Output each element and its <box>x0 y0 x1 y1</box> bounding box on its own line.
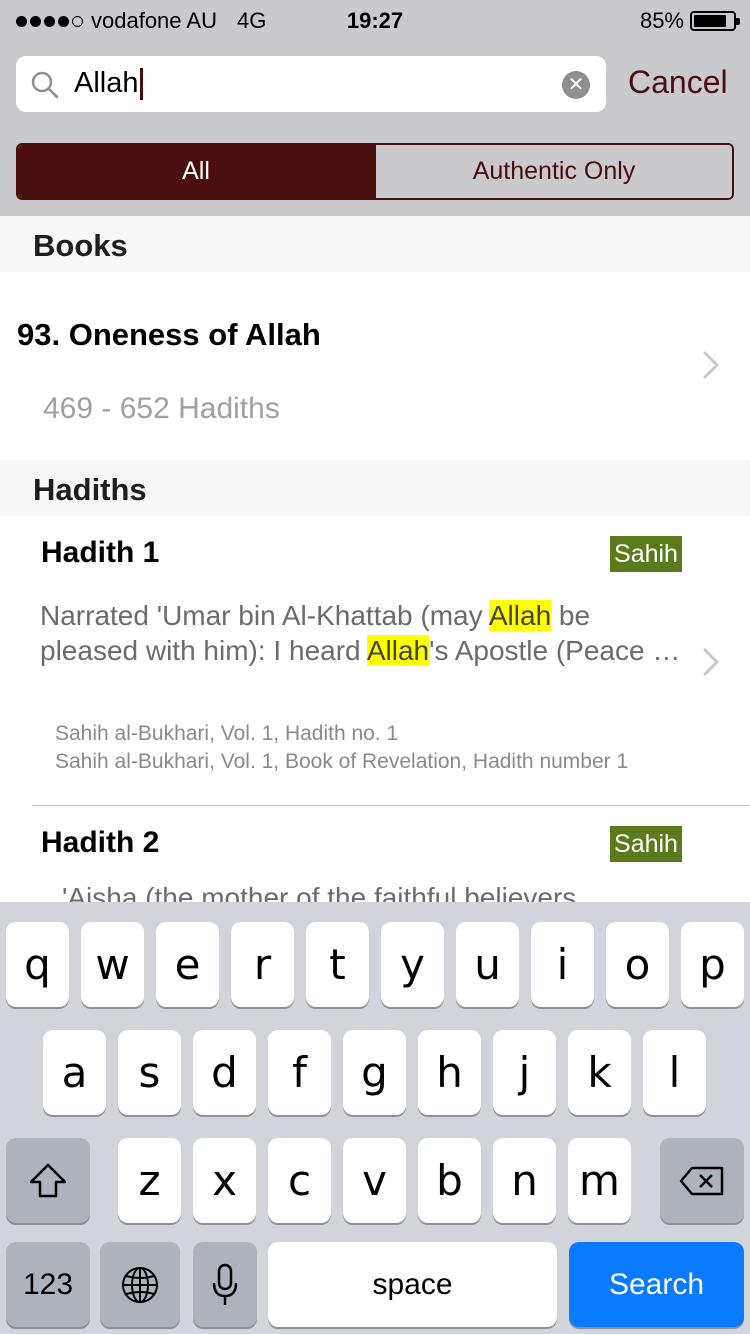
filter-segmented-control: All Authentic Only <box>16 143 734 200</box>
grade-badge: Sahih <box>610 536 682 572</box>
key-k[interactable]: k <box>568 1030 631 1115</box>
key-w[interactable]: w <box>81 922 144 1007</box>
battery-percent: 85% <box>639 8 684 33</box>
key-c[interactable]: c <box>268 1138 331 1223</box>
status-right: 85% <box>639 8 740 34</box>
status-time: 19:27 <box>346 8 404 33</box>
dictation-key[interactable] <box>193 1242 257 1327</box>
books-section-title: Books <box>33 228 128 263</box>
book-row[interactable]: 93. Oneness of Allah 469 - 652 Hadiths <box>0 272 750 460</box>
key-p[interactable]: p <box>681 922 744 1007</box>
book-title: 93. Oneness of Allah <box>17 317 321 352</box>
key-g[interactable]: g <box>343 1030 406 1115</box>
hadiths-section-header: Hadiths <box>0 460 750 516</box>
key-l[interactable]: l <box>643 1030 706 1115</box>
key-v[interactable]: v <box>343 1138 406 1223</box>
hadith-excerpt: 'Aisha (the mother of the faithful belie… <box>62 882 577 902</box>
key-u[interactable]: u <box>456 922 519 1007</box>
key-r[interactable]: r <box>231 922 294 1007</box>
search-input[interactable]: Allah ✕ <box>16 56 606 112</box>
hadith-references: Sahih al-Bukhari, Vol. 1, Hadith no. 1 S… <box>55 720 675 776</box>
hadith-title: Hadith 2 <box>41 826 160 859</box>
key-m[interactable]: m <box>568 1138 631 1223</box>
numbers-key[interactable]: 123 <box>6 1242 90 1327</box>
hadith-row[interactable]: Hadith 2 Sahih 'Aisha (the mother of the… <box>0 806 750 902</box>
globe-key[interactable] <box>100 1242 180 1327</box>
key-d[interactable]: d <box>193 1030 256 1115</box>
search-query-text: Allah <box>74 67 139 99</box>
key-x[interactable]: x <box>193 1138 256 1223</box>
search-query[interactable]: Allah <box>74 67 143 100</box>
hadith-row[interactable]: Hadith 1 Sahih Narrated 'Umar bin Al-Kha… <box>0 516 750 806</box>
key-i[interactable]: i <box>531 922 594 1007</box>
shift-key[interactable] <box>6 1138 90 1223</box>
book-hadith-range: 469 - 652 Hadiths <box>43 392 280 425</box>
key-n[interactable]: n <box>493 1138 556 1223</box>
space-key[interactable]: space <box>268 1242 557 1327</box>
battery-fill <box>694 15 727 27</box>
key-y[interactable]: y <box>381 922 444 1007</box>
search-key[interactable]: Search <box>569 1242 744 1327</box>
globe-icon <box>122 1266 158 1303</box>
backspace-key[interactable] <box>660 1138 744 1223</box>
key-s[interactable]: s <box>118 1030 181 1115</box>
key-t[interactable]: t <box>306 922 369 1007</box>
cancel-button[interactable]: Cancel <box>628 64 728 101</box>
grade-badge: Sahih <box>610 826 682 862</box>
key-o[interactable]: o <box>606 922 669 1007</box>
keyboard: 123 space Search qwertyuiop asdfghjkl zxcv… <box>0 902 750 1334</box>
hadith-reference: Sahih al-Bukhari, Vol. 1, Book of Revela… <box>55 750 629 773</box>
filter-authentic-only-tab[interactable]: Authentic Only <box>374 145 732 198</box>
clear-search-icon[interactable]: ✕ <box>562 71 590 99</box>
hadith-title: Hadith 1 <box>41 536 160 569</box>
search-icon <box>31 71 59 99</box>
key-q[interactable]: q <box>6 922 69 1007</box>
search-header: Allah ✕ Cancel All Authentic Only <box>0 40 750 216</box>
microphone-icon <box>212 1263 238 1305</box>
key-j[interactable]: j <box>493 1030 556 1115</box>
key-z[interactable]: z <box>118 1138 181 1223</box>
search-highlight: Allah <box>488 600 552 631</box>
hadith-excerpt: Narrated 'Umar bin Al-Khattab (may Allah… <box>40 600 685 666</box>
search-highlight: Allah <box>366 635 430 666</box>
key-b[interactable]: b <box>418 1138 481 1223</box>
chevron-right-icon <box>703 648 719 676</box>
key-e[interactable]: e <box>156 922 219 1007</box>
key-f[interactable]: f <box>268 1030 331 1115</box>
battery-icon <box>690 11 740 31</box>
books-section-header: Books <box>0 216 750 272</box>
key-h[interactable]: h <box>418 1030 481 1115</box>
shift-icon <box>29 1163 67 1197</box>
key-a[interactable]: a <box>43 1030 106 1115</box>
filter-all-tab[interactable]: All <box>18 145 374 198</box>
chevron-right-icon <box>703 351 719 379</box>
text-caret <box>139 67 143 100</box>
hadith-reference: Sahih al-Bukhari, Vol. 1, Hadith no. 1 <box>55 722 399 745</box>
status-bar: vodafone AU 4G 19:27 85% <box>0 0 750 40</box>
delete-icon <box>679 1166 724 1195</box>
hadiths-section-title: Hadiths <box>33 472 147 507</box>
